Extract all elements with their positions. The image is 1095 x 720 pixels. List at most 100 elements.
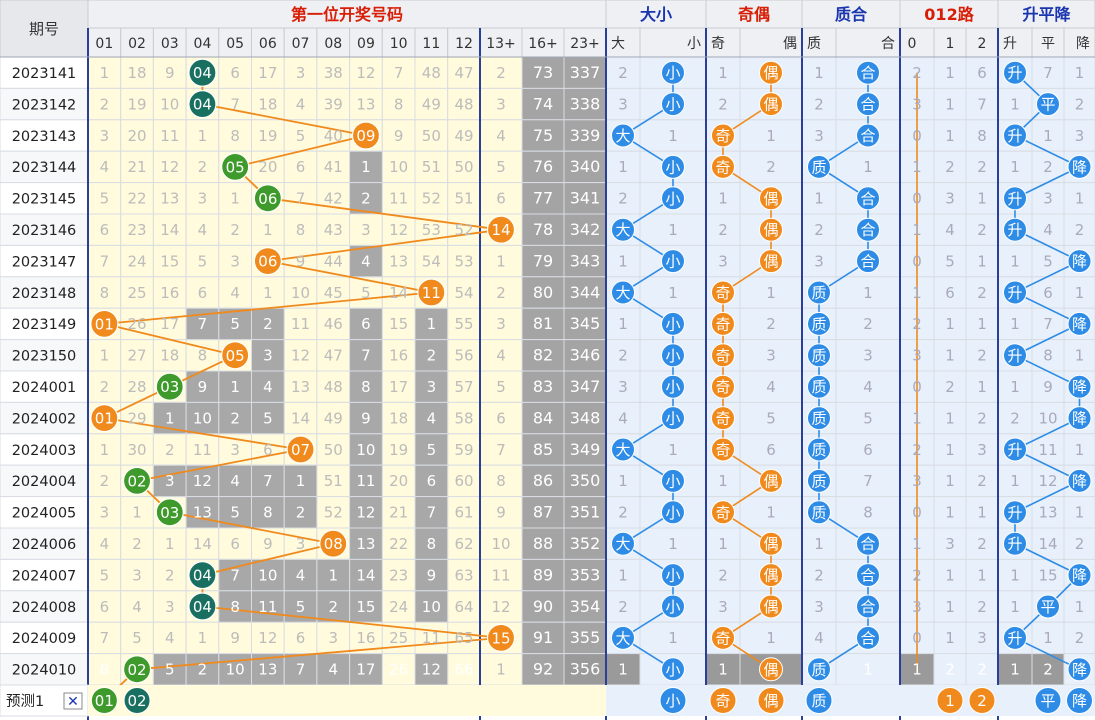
cell-value: 1 [945, 347, 955, 365]
cell-value: 3 [296, 64, 306, 82]
cell-value: 12 [491, 598, 510, 616]
cell-value: 3 [100, 127, 110, 145]
cell-value: 3 [361, 221, 371, 239]
cell-value: 48 [324, 378, 343, 396]
cell-value: 90 [533, 597, 553, 616]
indicator-ball-label: 奇 [715, 629, 730, 647]
indicator-ball-label: 小 [665, 504, 680, 522]
cell-value: 7 [296, 661, 306, 679]
cell-value: 8 [1043, 347, 1053, 365]
cell-value: 9 [230, 629, 240, 647]
indicator-ball-label: 大 [615, 629, 630, 647]
indicator-ball-label: 大 [615, 127, 630, 145]
cell-value: 2 [912, 566, 922, 584]
cell-value: 1 [668, 284, 678, 302]
column-header-label: 04 [194, 36, 212, 52]
cell-value: 8 [230, 127, 240, 145]
cell-value: 66 [455, 661, 474, 679]
cell-value: 20 [389, 472, 408, 490]
cell-value: 13 [356, 95, 375, 113]
cell-value: 1 [718, 190, 728, 208]
cell-value: 347 [570, 377, 601, 396]
cell-value: 53 [455, 252, 474, 270]
cell-value: 5 [496, 158, 506, 176]
cell-value: 13 [356, 535, 375, 553]
cell-value: 8 [100, 284, 110, 302]
indicator-ball-label: 质 [811, 472, 826, 490]
digit-ball-label: 05 [226, 158, 245, 176]
group-header-label: 012路 [924, 5, 974, 24]
period-label: 2024002 [12, 411, 77, 427]
indicator-ball-label: 升 [1007, 347, 1022, 365]
cell-value: 11 [422, 629, 441, 647]
cell-value: 349 [570, 440, 601, 459]
cell-value: 13 [1038, 504, 1057, 522]
cell-value: 4 [361, 252, 371, 270]
cell-value: 2 [100, 95, 110, 113]
cell-value: 18 [128, 64, 147, 82]
cell-value: 2 [977, 221, 987, 239]
indicator-ball-label: 奇 [715, 504, 730, 522]
cell-value: 5 [100, 566, 110, 584]
cell-value: 5 [296, 598, 306, 616]
cell-value: 0 [912, 127, 922, 145]
cell-value: 49 [455, 127, 474, 145]
indicator-ball-label: 降 [1072, 567, 1087, 585]
cell-value: 3 [296, 535, 306, 553]
cell-value: 6 [296, 158, 306, 176]
cell-value: 2 [977, 661, 987, 679]
cell-value: 10 [356, 441, 375, 459]
cell-value: 47 [455, 64, 474, 82]
cell-value: 353 [570, 565, 601, 584]
cell-value: 1 [361, 158, 371, 176]
column-header-label: 1 [946, 36, 955, 52]
indicator-ball-label: 偶 [763, 535, 778, 553]
cell-value: 17 [356, 661, 375, 679]
cell-value: 3 [230, 252, 240, 270]
cell-value: 1 [1043, 629, 1053, 647]
column-header-label: 奇 [711, 35, 725, 52]
indicator-ball-label: 升 [1007, 221, 1022, 239]
cell-value: 2 [328, 598, 338, 616]
cell-value: 3 [912, 95, 922, 113]
cell-value: 338 [570, 94, 601, 113]
digit-ball-label: 03 [160, 378, 179, 396]
period-label: 2023143 [12, 129, 77, 145]
cell-value: 89 [533, 565, 553, 584]
cell-value: 2 [977, 284, 987, 302]
cell-value: 7 [361, 347, 371, 365]
cell-value: 3 [427, 378, 437, 396]
indicator-ball-label: 小 [665, 598, 680, 616]
cell-value: 6 [766, 441, 776, 459]
prediction-ball-label: 降 [1072, 692, 1087, 710]
digit-ball-label: 02 [128, 472, 147, 490]
cell-value: 20 [128, 127, 147, 145]
cell-value: 354 [570, 597, 601, 616]
cell-value: 6 [230, 64, 240, 82]
cell-value: 16 [160, 284, 179, 302]
cell-value: 59 [455, 441, 474, 459]
cell-value: 10 [389, 158, 408, 176]
indicator-ball-label: 偶 [763, 567, 778, 585]
cell-value: 343 [570, 251, 601, 270]
indicator-ball-label: 升 [1007, 629, 1022, 647]
cell-value: 50 [455, 158, 474, 176]
close-icon[interactable]: ✕ [67, 694, 79, 710]
cell-value: 6 [427, 472, 437, 490]
cell-value: 14 [356, 566, 375, 584]
cell-value: 2 [912, 64, 922, 82]
cell-value: 7 [1043, 315, 1053, 333]
cell-value: 14 [389, 284, 408, 302]
cell-value: 20 [258, 158, 277, 176]
cell-value: 2 [977, 158, 987, 176]
indicator-ball-label: 小 [665, 378, 680, 396]
digit-ball-label: 04 [193, 567, 212, 585]
cell-value: 1 [912, 535, 922, 553]
indicator-ball-label: 质 [811, 315, 826, 333]
indicator-ball-label: 大 [615, 284, 630, 302]
digit-ball-label: 09 [356, 127, 375, 145]
cell-value: 6 [296, 629, 306, 647]
cell-value: 14 [160, 221, 179, 239]
cell-value: 2 [165, 566, 175, 584]
column-header-label: 13+ [486, 36, 516, 52]
